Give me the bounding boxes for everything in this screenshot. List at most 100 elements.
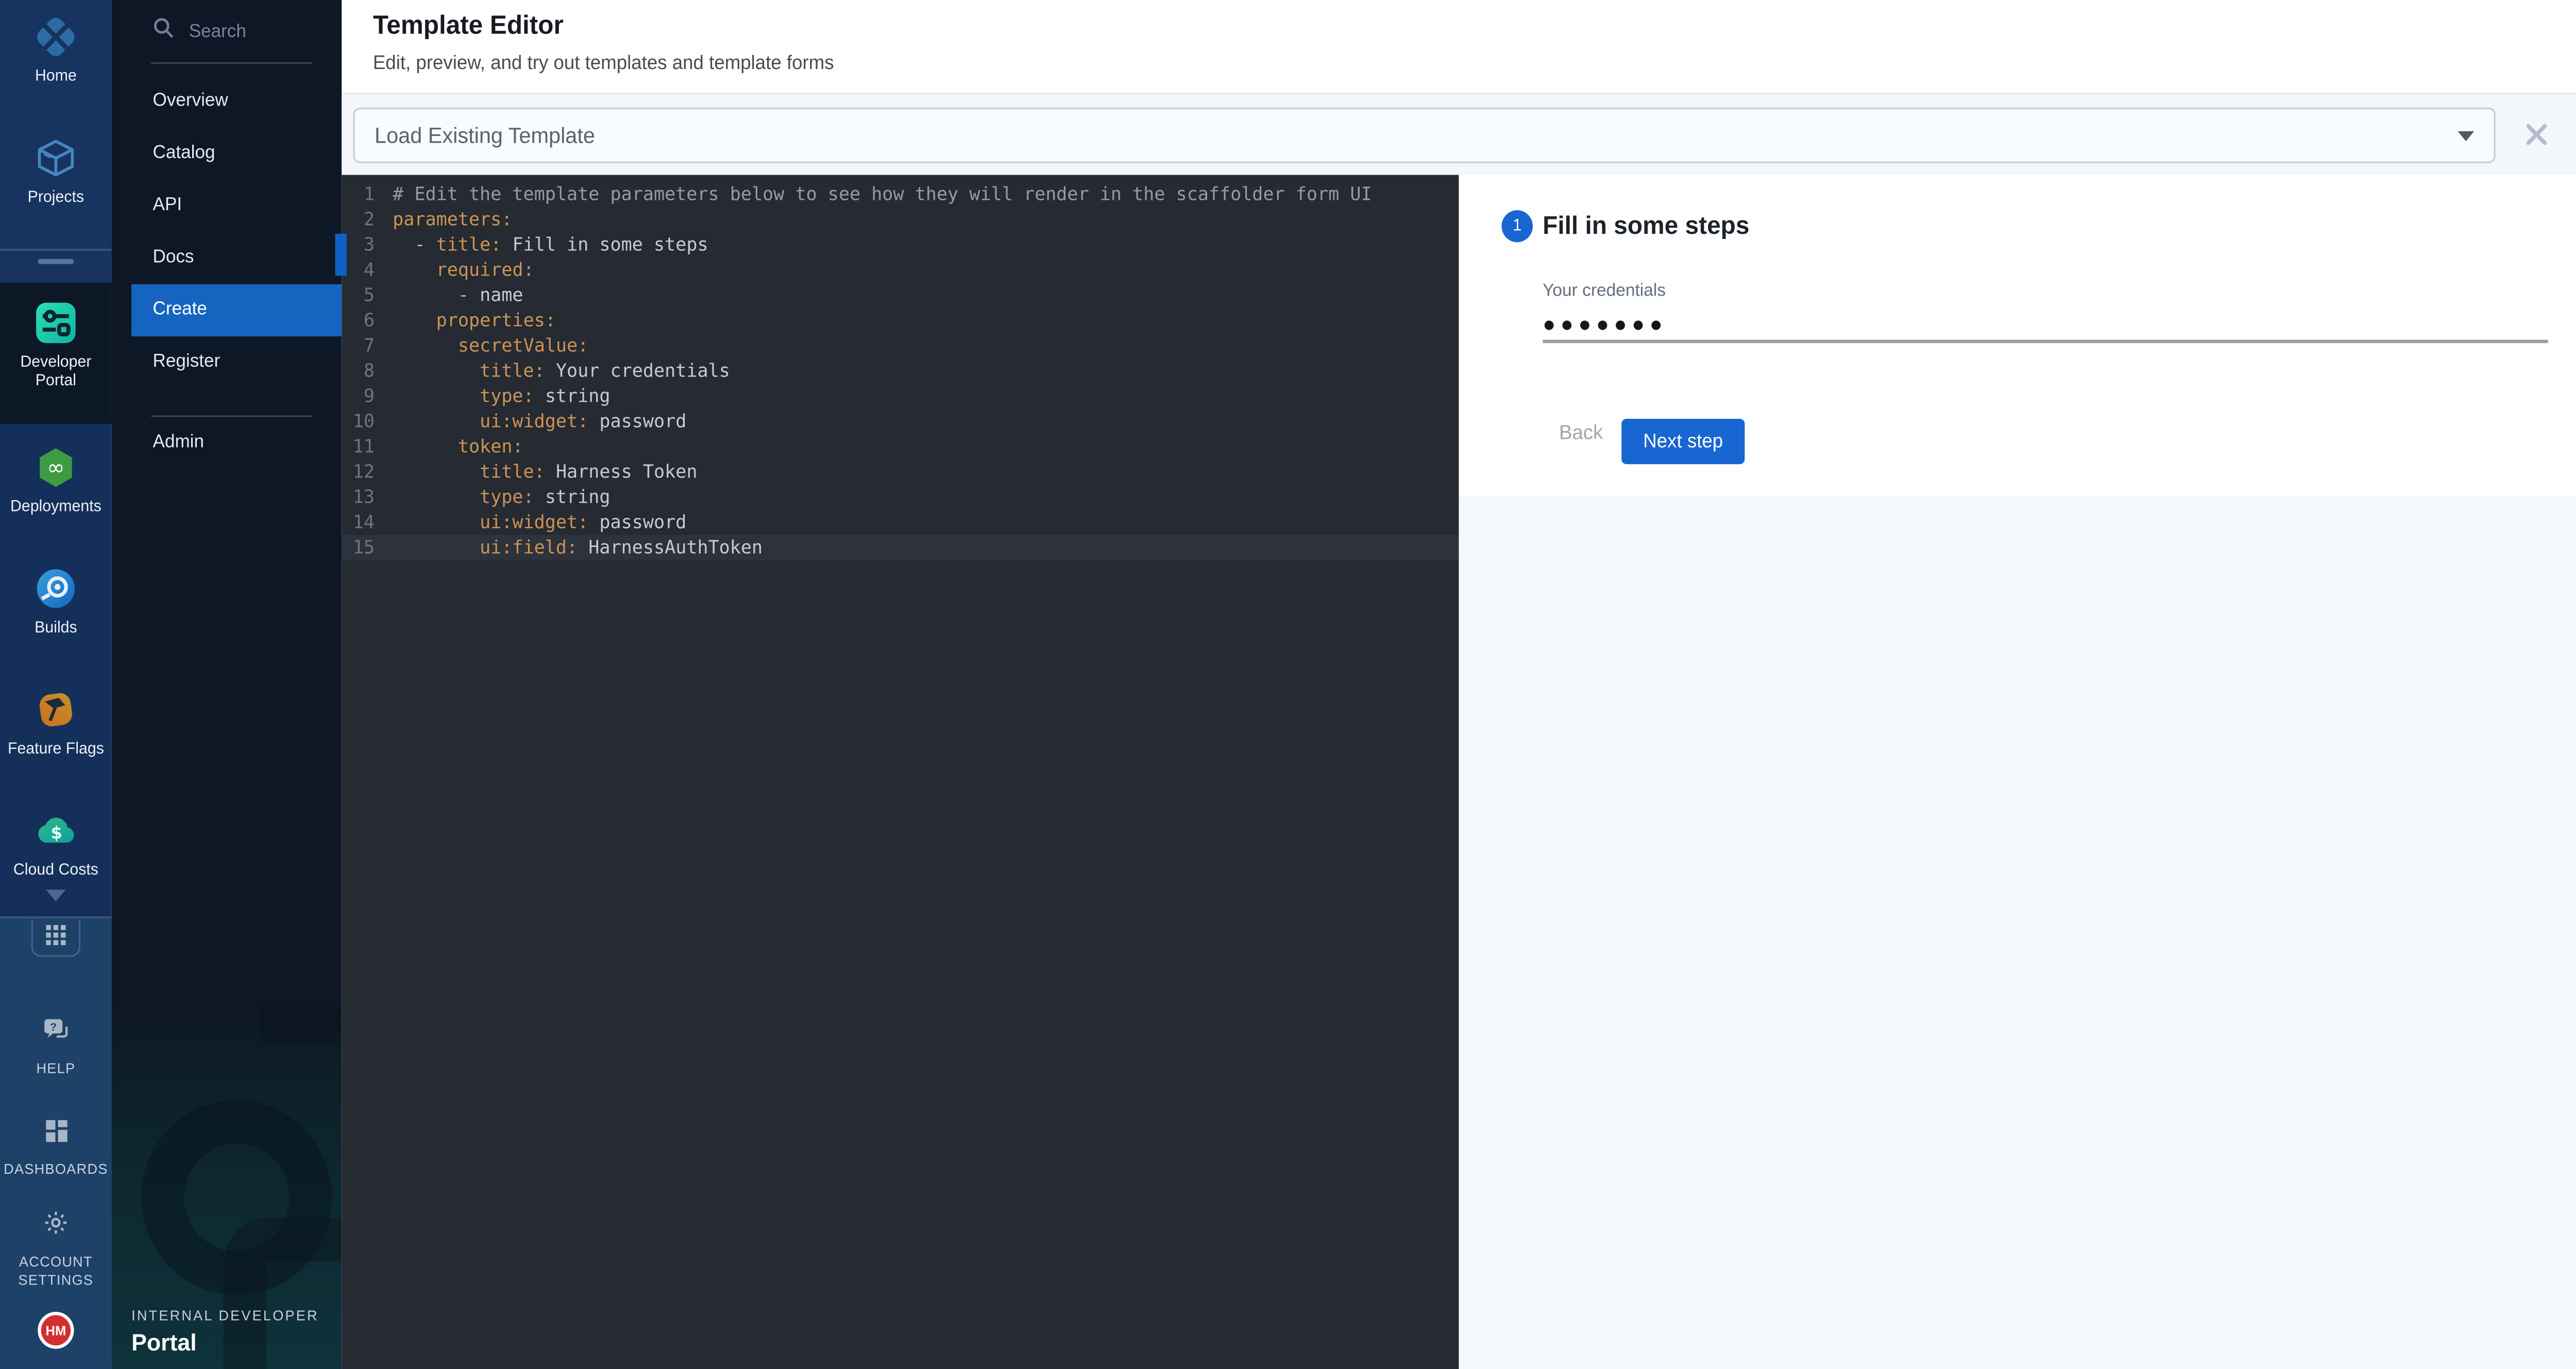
home-icon: [33, 13, 79, 60]
step-number-badge: 1: [1502, 210, 1533, 242]
code-text: title: Your credentials: [393, 358, 730, 384]
code-text: ui:widget: password: [393, 509, 686, 535]
rail-item-feature-flags[interactable]: Feature Flags: [0, 686, 112, 758]
rail-item-cloud-costs[interactable]: $Cloud Costs: [0, 807, 112, 879]
code-text: secretValue:: [393, 333, 588, 358]
avatar[interactable]: HM: [38, 1312, 74, 1349]
code-line-12[interactable]: 12 title: Harness Token: [342, 459, 1459, 484]
code-line-8[interactable]: 8 title: Your credentials: [342, 358, 1459, 384]
rail-item-help[interactable]: ? HELP: [0, 1006, 112, 1078]
circuit-decoration: [224, 1218, 342, 1369]
code-line-3[interactable]: 3 - title: Fill in some steps: [342, 232, 1459, 258]
app-root: Home Projects DeveloperPortal ∞ Deployments B…: [0, 0, 2576, 1369]
credentials-field-label: Your credentials: [1543, 281, 1666, 301]
close-icon[interactable]: [2523, 121, 2550, 148]
form-preview-panel: 1 Fill in some steps Your credentials ●●…: [1459, 175, 2576, 1369]
credentials-password-input[interactable]: ●●●●●●●: [1543, 311, 1667, 336]
code-line-5[interactable]: 5 - name: [342, 283, 1459, 308]
code-line-6[interactable]: 6 properties:: [342, 308, 1459, 333]
search-input[interactable]: Search: [112, 10, 342, 54]
builds-icon: [33, 565, 79, 612]
line-number: 15: [342, 535, 375, 560]
portal-kicker: INTERNAL DEVELOPER: [131, 1307, 319, 1324]
rail-item-deployments[interactable]: ∞ Deployments: [0, 444, 112, 516]
help-icon: ?: [33, 1006, 79, 1053]
code-line-4[interactable]: 4 required:: [342, 258, 1459, 283]
code-line-1[interactable]: 1# Edit the template parameters below to…: [342, 182, 1459, 207]
sidebar-menu: OverviewCatalogAPIDocsCreateRegister: [112, 76, 342, 388]
code-text: token:: [393, 434, 523, 459]
sidebar-item-catalog[interactable]: Catalog: [112, 128, 342, 180]
rail-item-projects[interactable]: Projects: [0, 134, 112, 207]
sidebar-item-create[interactable]: Create: [131, 284, 342, 336]
code-line-13[interactable]: 13 type: string: [342, 484, 1459, 509]
sidebar-item-api[interactable]: API: [112, 180, 342, 232]
form-card: 1 Fill in some steps Your credentials ●●…: [1459, 175, 2576, 497]
line-number: 11: [342, 434, 375, 459]
chevron-down-icon: [2458, 130, 2474, 141]
line-number: 10: [342, 408, 375, 434]
code-line-7[interactable]: 7 secretValue:: [342, 333, 1459, 358]
module-rail: Home Projects DeveloperPortal ∞ Deployments B…: [0, 0, 112, 1369]
rail-item-label: Home: [35, 67, 77, 86]
page-subtitle: Edit, preview, and try out templates and…: [373, 54, 834, 74]
code-text: - name: [393, 283, 523, 308]
svg-text:?: ?: [49, 1020, 56, 1032]
cloud-costs-icon: $: [33, 807, 79, 854]
line-number: 7: [342, 333, 375, 358]
dashboards-icon: [33, 1107, 79, 1154]
code-line-15[interactable]: 15 ui:field: HarnessAuthToken: [342, 535, 1459, 560]
load-template-dropdown[interactable]: Load Existing Template: [353, 108, 2496, 163]
line-number: 6: [342, 308, 375, 333]
developer-portal-icon: [33, 299, 79, 346]
module-grid-icon: [46, 922, 65, 953]
load-template-dropdown-value: Load Existing Template: [375, 123, 2458, 148]
sidebar-item-register[interactable]: Register: [112, 336, 342, 388]
line-number: 8: [342, 358, 375, 384]
line-number: 12: [342, 459, 375, 484]
rail-item-label: Builds: [35, 619, 77, 638]
rail-item-label: Projects: [28, 189, 84, 207]
svg-text:∞: ∞: [47, 454, 65, 480]
rail-item-developer-portal[interactable]: DeveloperPortal: [0, 299, 112, 390]
main-content: Template Editor Edit, preview, and try o…: [342, 0, 2576, 1369]
code-text: type: string: [393, 384, 610, 409]
code-text: ui:field: HarnessAuthToken: [393, 535, 762, 560]
rail-item-dashboards[interactable]: DASHBOARDS: [0, 1107, 112, 1179]
code-line-10[interactable]: 10 ui:widget: password: [342, 408, 1459, 434]
module-picker-button[interactable]: [31, 920, 81, 957]
sidebar-item-docs[interactable]: Docs: [112, 232, 342, 284]
next-step-button[interactable]: Next step: [1621, 419, 1744, 464]
sidebar-item-overview[interactable]: Overview: [112, 76, 342, 128]
code-line-9[interactable]: 9 type: string: [342, 384, 1459, 409]
rail-item-label: DeveloperPortal: [20, 353, 91, 390]
code-line-14[interactable]: 14 ui:widget: password: [342, 509, 1459, 535]
settings-gear-icon: [33, 1199, 79, 1246]
search-icon: [153, 17, 174, 47]
rail-item-account-settings[interactable]: ACCOUNTSETTINGS: [0, 1199, 112, 1290]
code-line-11[interactable]: 11 token:: [342, 434, 1459, 459]
code-text: ui:widget: password: [393, 408, 686, 434]
yaml-editor[interactable]: 1# Edit the template parameters below to…: [342, 175, 1459, 1369]
step-title: Fill in some steps: [1543, 212, 1749, 241]
code-text: parameters:: [393, 207, 512, 232]
rail-item-home[interactable]: Home: [0, 13, 112, 85]
back-button[interactable]: Back: [1559, 420, 1603, 444]
line-number: 13: [342, 484, 375, 509]
code-text: required:: [393, 258, 534, 283]
sidebar-footer-art: INTERNAL DEVELOPER Portal: [112, 1007, 342, 1369]
sidebar-item-admin[interactable]: Admin: [112, 417, 342, 469]
portal-title: Portal: [131, 1329, 197, 1356]
rail-item-label: Deployments: [10, 498, 101, 517]
line-number: 5: [342, 283, 375, 308]
chevron-down-icon[interactable]: [46, 889, 65, 901]
code-text: # Edit the template parameters below to …: [393, 182, 1372, 207]
page-title: Template Editor: [373, 12, 564, 42]
line-number: 2: [342, 207, 375, 232]
rail-drag-handle[interactable]: [38, 259, 74, 264]
line-number: 14: [342, 509, 375, 535]
rail-item-label: HELP: [36, 1059, 75, 1078]
rail-item-builds[interactable]: Builds: [0, 565, 112, 637]
code-line-2[interactable]: 2 parameters:: [342, 207, 1459, 232]
editor-resize-grip[interactable]: [335, 234, 347, 276]
